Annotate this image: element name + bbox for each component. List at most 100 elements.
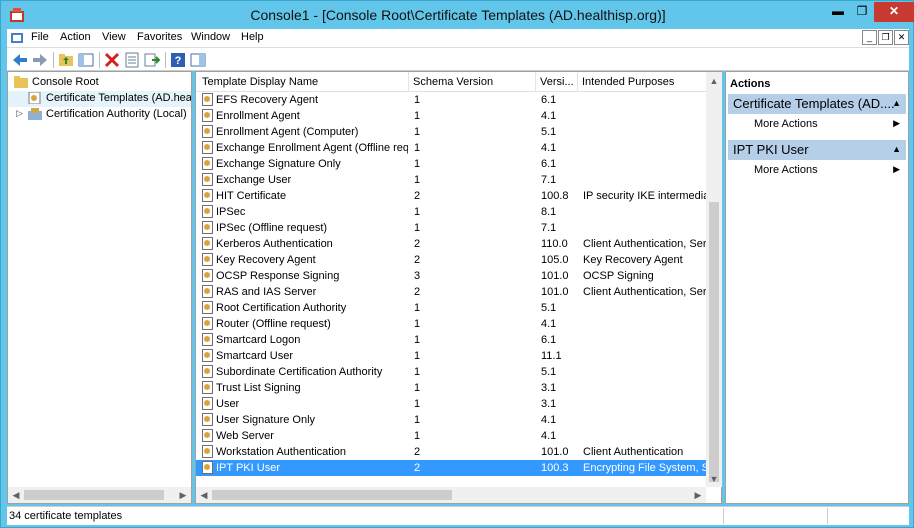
scroll-right-icon[interactable]: ▶	[175, 487, 191, 503]
scroll-up-icon[interactable]: ▲	[706, 73, 722, 89]
mdi-restore-button[interactable]: ❐	[878, 30, 893, 45]
cell-template-name: Key Recovery Agent	[216, 254, 316, 266]
cell-version: 7.1	[541, 174, 557, 186]
column-header-name[interactable]: Template Display Name	[202, 76, 407, 88]
table-row[interactable]: Smartcard User 1 11.1	[196, 348, 706, 364]
export-list-icon[interactable]	[143, 51, 161, 69]
table-row[interactable]: IPSec 1 8.1	[196, 204, 706, 220]
cell-template-name: Exchange Signature Only	[216, 158, 341, 170]
table-row[interactable]: EFS Recovery Agent 1 6.1	[196, 92, 706, 108]
table-row[interactable]: User 1 3.1	[196, 396, 706, 412]
svg-text:?: ?	[175, 55, 182, 67]
cell-schema-version: 1	[414, 414, 421, 426]
scroll-left-icon[interactable]: ◀	[8, 487, 24, 503]
table-row[interactable]: Kerberos Authentication 2 110.0 Client Auth…	[196, 236, 706, 252]
close-button[interactable]: ✕	[874, 2, 914, 22]
collapse-arrow-icon[interactable]: ▲	[892, 98, 901, 108]
cell-version: 3.1	[541, 398, 557, 410]
show-hide-action-pane-icon[interactable]	[189, 51, 207, 69]
help-icon[interactable]: ?	[169, 51, 187, 69]
tree-item-console-root[interactable]: Console Root	[8, 75, 191, 91]
cell-version: 6.1	[541, 334, 557, 346]
forward-icon[interactable]	[31, 51, 49, 69]
table-row[interactable]: RAS and IAS Server 2 101.0 Client Authentic…	[196, 284, 706, 300]
cell-template-name: IPT PKI User	[216, 462, 280, 474]
list-horizontal-scrollbar[interactable]: ◀ ▶	[196, 487, 706, 503]
table-row[interactable]: Exchange Signature Only 1 6.1	[196, 156, 706, 172]
table-row[interactable]: User Signature Only 1 4.1	[196, 412, 706, 428]
column-header-version[interactable]: Versi...	[540, 76, 576, 88]
properties-icon[interactable]	[123, 51, 141, 69]
table-row[interactable]: Workstation Authentication 2 101.0 Client A…	[196, 444, 706, 460]
cell-schema-version: 1	[414, 318, 421, 330]
template-list[interactable]: Template Display Name Schema Version Ver…	[195, 71, 722, 504]
column-header-schema-version[interactable]: Schema Version	[413, 76, 533, 88]
table-row[interactable]: Key Recovery Agent 2 105.0 Key Recovery Age…	[196, 252, 706, 268]
table-row[interactable]: Web Server 1 4.1	[196, 428, 706, 444]
table-row[interactable]: IPT PKI User 2 100.3 Encrypting File System…	[196, 460, 706, 476]
show-hide-tree-icon[interactable]	[77, 51, 95, 69]
scroll-down-icon[interactable]: ▼	[706, 471, 722, 487]
scroll-left-icon[interactable]: ◀	[196, 487, 212, 503]
table-row[interactable]: Trust List Signing 1 3.1	[196, 380, 706, 396]
certificate-template-icon	[202, 125, 213, 138]
cell-version: 110.0	[541, 238, 568, 250]
table-row[interactable]: HIT Certificate 2 100.8 IP security IKE int…	[196, 188, 706, 204]
minimize-button[interactable]: ▬	[826, 2, 850, 22]
cell-template-name: User	[216, 398, 240, 410]
menu-view[interactable]: View	[102, 31, 126, 43]
certificate-template-icon	[202, 461, 213, 474]
action-section-ipt-pki-user[interactable]: IPT PKI User ▲	[728, 140, 906, 160]
table-row[interactable]: Subordinate Certification Authority 1 5.1	[196, 364, 706, 380]
menu-favorites[interactable]: Favorites	[137, 31, 182, 43]
submenu-arrow-icon: ▶	[893, 118, 900, 128]
more-actions-link[interactable]: More Actions ▶	[728, 117, 906, 133]
mdi-minimize-button[interactable]: _	[862, 30, 877, 45]
table-row[interactable]: Enrollment Agent 1 4.1	[196, 108, 706, 124]
scroll-right-icon[interactable]: ▶	[690, 487, 706, 503]
table-row[interactable]: Router (Offline request) 1 4.1	[196, 316, 706, 332]
column-header-intended-purposes[interactable]: Intended Purposes	[582, 76, 706, 88]
table-row[interactable]: Smartcard Logon 1 6.1	[196, 332, 706, 348]
mdi-close-button[interactable]: ✕	[894, 30, 909, 45]
scroll-thumb[interactable]	[709, 202, 719, 482]
cell-intended-purposes: Client Authentication, Serve	[583, 238, 706, 250]
menu-window[interactable]: Window	[191, 31, 230, 43]
column-divider[interactable]	[535, 72, 536, 92]
console-menu-icon[interactable]	[10, 31, 24, 45]
table-row[interactable]: IPSec (Offline request) 1 7.1	[196, 220, 706, 236]
table-row[interactable]: Root Certification Authority 1 5.1	[196, 300, 706, 316]
table-row[interactable]: Exchange Enrollment Agent (Offline requ.…	[196, 140, 706, 156]
list-vertical-scrollbar[interactable]: ▲ ▼	[706, 72, 722, 487]
console-tree[interactable]: Console Root Certificate Templates (AD.h…	[7, 71, 192, 504]
tree-item-certification-authority[interactable]: ▷ Certification Authority (Local)	[8, 107, 191, 123]
scroll-thumb[interactable]	[24, 490, 164, 500]
title-bar[interactable]: Console1 - [Console Root\Certificate Tem…	[1, 1, 914, 29]
cell-schema-version: 1	[414, 142, 421, 154]
tree-horizontal-scrollbar[interactable]: ◀ ▶	[8, 487, 191, 503]
certificate-template-icon	[202, 333, 213, 346]
tree-item-certificate-templates[interactable]: Certificate Templates (AD.healthisp.org)	[8, 91, 191, 107]
collapse-arrow-icon[interactable]: ▲	[892, 144, 901, 154]
column-divider[interactable]	[408, 72, 409, 92]
cell-version: 100.8	[541, 190, 569, 202]
table-row[interactable]: OCSP Response Signing 3 101.0 OCSP Signing	[196, 268, 706, 284]
more-actions-link[interactable]: More Actions ▶	[728, 163, 906, 179]
action-section-label: Certificate Templates (AD....	[733, 96, 895, 111]
expand-arrow-icon[interactable]: ▷	[16, 108, 23, 119]
scroll-thumb[interactable]	[212, 490, 452, 500]
cell-version: 100.3	[541, 462, 569, 474]
certificate-template-icon	[202, 429, 213, 442]
column-divider[interactable]	[577, 72, 578, 92]
table-row[interactable]: Enrollment Agent (Computer) 1 5.1	[196, 124, 706, 140]
maximize-button[interactable]: ❐	[850, 2, 874, 22]
table-row[interactable]: Exchange User 1 7.1	[196, 172, 706, 188]
menu-file[interactable]: File	[31, 31, 49, 43]
cell-intended-purposes: Encrypting File System, Secu	[583, 462, 706, 474]
delete-icon[interactable]	[103, 51, 121, 69]
menu-help[interactable]: Help	[241, 31, 264, 43]
action-section-certificate-templates[interactable]: Certificate Templates (AD.... ▲	[728, 94, 906, 114]
menu-action[interactable]: Action	[60, 31, 91, 43]
back-icon[interactable]	[11, 51, 29, 69]
up-folder-icon[interactable]	[57, 51, 75, 69]
